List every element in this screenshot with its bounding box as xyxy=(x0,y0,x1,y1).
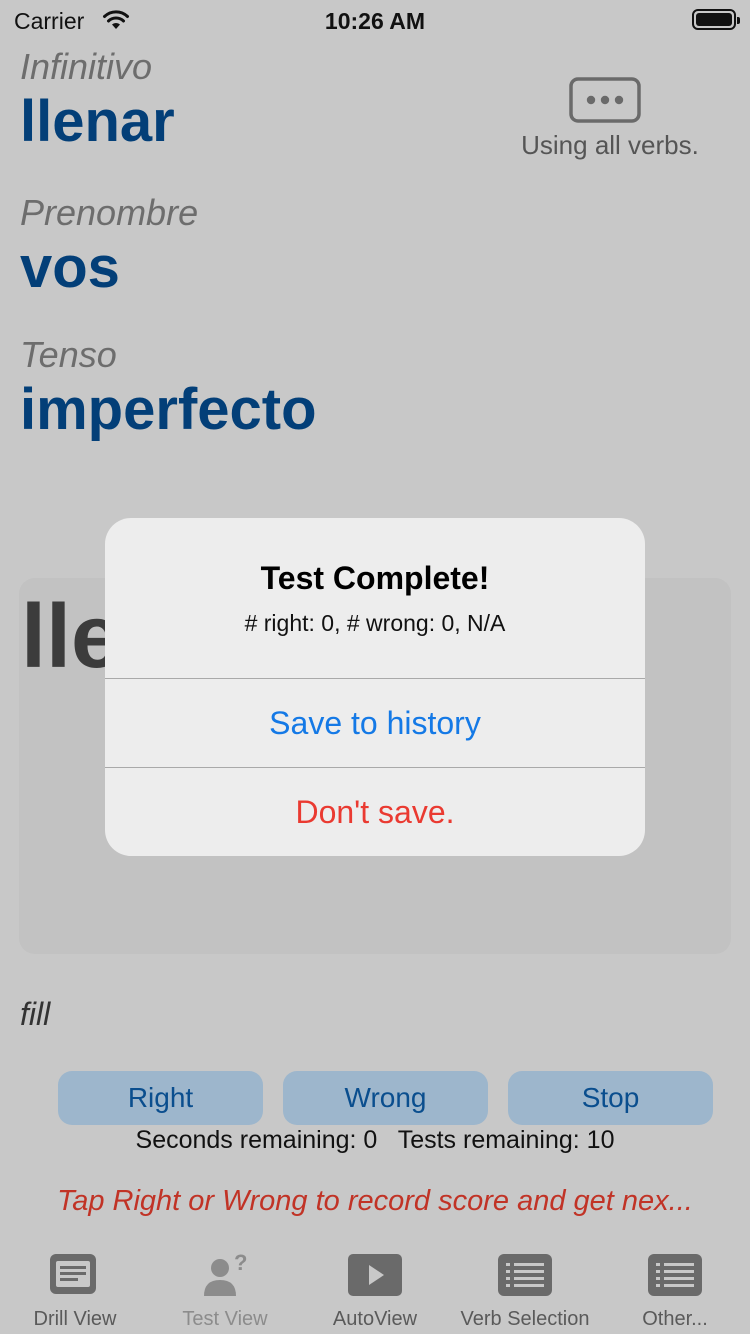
verb-filter-status: Using all verbs. xyxy=(521,130,699,160)
right-button[interactable]: Right xyxy=(58,1071,263,1125)
alert-message: # right: 0, # wrong: 0, N/A xyxy=(244,610,506,636)
tab-verb-selection[interactable]: Verb Selection xyxy=(450,1240,600,1334)
stop-button[interactable]: Stop xyxy=(508,1071,713,1125)
tab-bar: Drill View ? Test View AutoView Verb Sel… xyxy=(0,1240,750,1334)
list-icon xyxy=(648,1254,702,1296)
dont-save-button[interactable]: Don't save. xyxy=(105,768,645,856)
tab-label: AutoView xyxy=(332,1308,418,1330)
alert-title: Test Complete! xyxy=(260,560,490,596)
tab-other[interactable]: Other... xyxy=(600,1240,750,1334)
document-icon xyxy=(50,1254,96,1294)
tab-label: Other... xyxy=(642,1308,708,1330)
play-icon xyxy=(348,1254,402,1296)
infinitive-label: Infinitivo xyxy=(20,46,153,87)
tab-label: Verb Selection xyxy=(460,1308,590,1330)
ellipsis-icon xyxy=(569,77,641,123)
tense-label: Tenso xyxy=(20,334,117,375)
tab-label: Test View xyxy=(182,1308,268,1330)
pronoun-value: vos xyxy=(20,235,120,300)
battery-icon xyxy=(692,9,740,30)
clock: 10:26 AM xyxy=(324,8,426,34)
list-icon xyxy=(498,1254,552,1296)
status-bar: Carrier 10:26 AM xyxy=(0,0,750,40)
counters-text: Seconds remaining: 0 Tests remaining: 10 xyxy=(135,1126,615,1154)
tab-autoview[interactable]: AutoView xyxy=(300,1240,450,1334)
person-question-icon: ? xyxy=(204,1252,247,1296)
tab-label: Drill View xyxy=(33,1308,117,1330)
save-to-history-button[interactable]: Save to history xyxy=(105,679,645,767)
tense-value: imperfecto xyxy=(20,377,317,442)
tab-test-view[interactable]: ? Test View xyxy=(150,1240,300,1334)
infinitive-value: llenar xyxy=(20,89,175,154)
wrong-button[interactable]: Wrong xyxy=(283,1071,488,1125)
more-options-button[interactable] xyxy=(569,77,641,123)
svg-text:?: ? xyxy=(234,1252,247,1275)
hint-text: Tap Right or Wrong to record score and g… xyxy=(57,1185,693,1217)
verb-meaning: fill xyxy=(20,996,51,1032)
test-complete-alert: Test Complete! # right: 0, # wrong: 0, N… xyxy=(105,518,645,856)
tab-drill-view[interactable]: Drill View xyxy=(0,1240,150,1334)
pronoun-label: Prenombre xyxy=(20,192,199,233)
